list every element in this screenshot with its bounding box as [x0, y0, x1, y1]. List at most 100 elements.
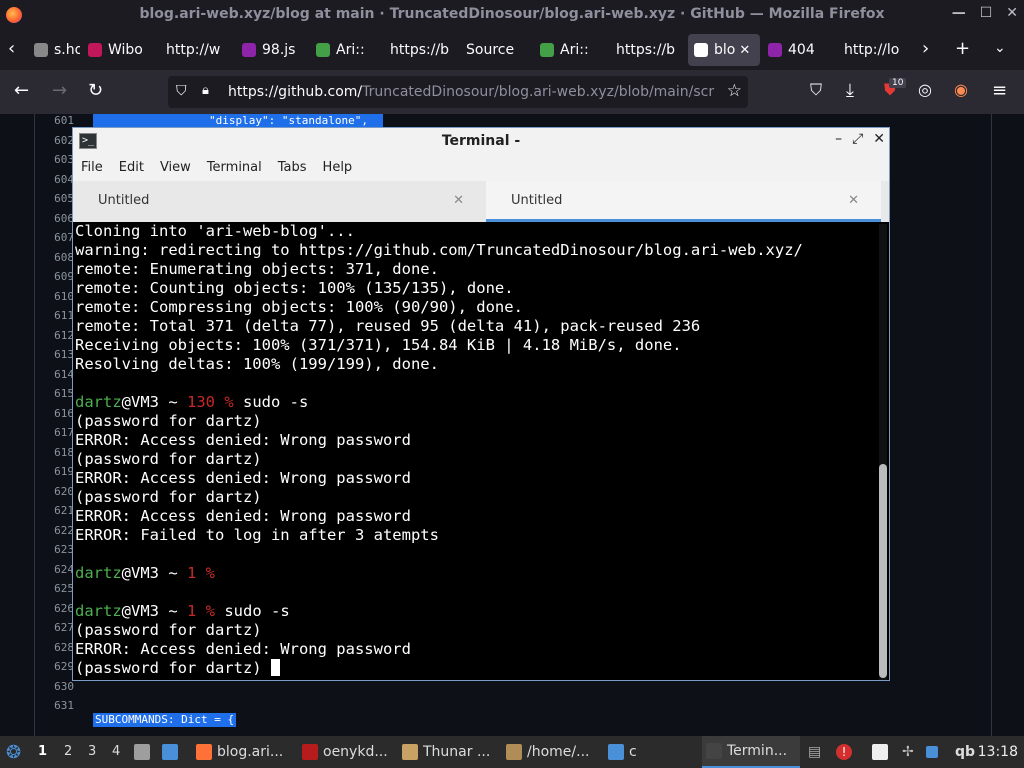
menu-tabs[interactable]: Tabs: [270, 155, 315, 181]
workspace-1[interactable]: 1: [38, 744, 47, 759]
maximize-icon[interactable]: ☐: [980, 5, 993, 21]
close-tab-icon[interactable]: ✕: [739, 43, 750, 58]
menu-file[interactable]: File: [73, 155, 111, 181]
workspace-2[interactable]: 2: [64, 744, 72, 759]
line-number[interactable]: 623: [40, 543, 74, 556]
app-menu-icon[interactable]: ❂: [6, 736, 21, 768]
line-number[interactable]: 614: [40, 368, 74, 381]
trash-icon[interactable]: ▤: [808, 736, 821, 768]
browser-tab[interactable]: 98.js: [236, 34, 310, 66]
qbittorrent-tray[interactable]: qb: [955, 736, 975, 768]
lock-icon[interactable]: 🔒︎: [202, 83, 209, 98]
line-number[interactable]: 611: [40, 309, 74, 322]
tab-scroll-left-icon[interactable]: ‹: [8, 38, 15, 59]
line-number[interactable]: 618: [40, 446, 74, 459]
bookmark-star-icon[interactable]: ☆: [727, 81, 742, 101]
line-number[interactable]: 619: [40, 465, 74, 478]
menu-terminal[interactable]: Terminal: [199, 155, 270, 181]
browser-tab[interactable]: https://b: [384, 34, 460, 66]
forward-icon[interactable]: →: [52, 80, 67, 101]
line-number[interactable]: 606: [40, 212, 74, 225]
line-number[interactable]: 628: [40, 641, 74, 654]
extension-icon[interactable]: ◎: [918, 80, 932, 99]
workspace-3[interactable]: 3: [88, 744, 96, 759]
line-number[interactable]: 629: [40, 660, 74, 673]
line-number[interactable]: 605: [40, 192, 74, 205]
browser-tab[interactable]: 404: [762, 34, 838, 66]
line-number[interactable]: 612: [40, 329, 74, 342]
launcher-files-icon[interactable]: [134, 736, 155, 768]
close-icon[interactable]: ✕: [1006, 5, 1018, 21]
browser-tab[interactable]: http://w: [160, 34, 236, 66]
line-number[interactable]: 624: [40, 563, 74, 576]
terminal-titlebar[interactable]: >_ Terminal - – ⤢ ✕: [73, 128, 889, 155]
line-number[interactable]: 607: [40, 231, 74, 244]
close-tab-icon[interactable]: ✕: [453, 193, 464, 208]
close-tab-icon[interactable]: ✕: [848, 193, 859, 208]
line-number[interactable]: 610: [40, 290, 74, 303]
menu-edit[interactable]: Edit: [111, 155, 152, 181]
extension-fox-icon[interactable]: ◉: [954, 80, 968, 99]
line-number[interactable]: 603: [40, 153, 74, 166]
line-number[interactable]: 617: [40, 426, 74, 439]
minimize-icon[interactable]: —: [952, 5, 966, 21]
minimize-icon[interactable]: –: [835, 131, 842, 147]
terminal-output[interactable]: Cloning into 'ari-web-blog'... warning: r…: [73, 222, 877, 680]
terminal-tab-2[interactable]: Untitled ✕: [486, 181, 881, 222]
scrollbar-thumb[interactable]: [879, 464, 887, 678]
line-number[interactable]: 625: [40, 582, 74, 595]
line-number[interactable]: 630: [40, 680, 74, 693]
clipboard-icon[interactable]: [872, 736, 893, 768]
browser-tab[interactable]: blo ✕: [688, 34, 760, 66]
taskbar-item[interactable]: Thunar ...: [398, 736, 498, 768]
line-number[interactable]: 604: [40, 173, 74, 186]
taskbar-item[interactable]: blog.ari...: [192, 736, 296, 768]
line-number[interactable]: 608: [40, 251, 74, 264]
downloads-icon[interactable]: ⤓: [846, 80, 854, 101]
network-icon[interactable]: ✢: [902, 736, 914, 768]
browser-tab[interactable]: https://b: [610, 34, 686, 66]
menu-view[interactable]: View: [152, 155, 199, 181]
reload-icon[interactable]: ↻: [88, 80, 103, 101]
launcher-desktop-icon[interactable]: [162, 736, 183, 768]
terminal-tab-1[interactable]: Untitled ✕: [73, 181, 486, 222]
close-icon[interactable]: ✕: [873, 131, 885, 147]
line-number[interactable]: 620: [40, 485, 74, 498]
line-number[interactable]: 622: [40, 524, 74, 537]
tracking-protection-icon[interactable]: ⛉: [176, 83, 187, 99]
workspace-4[interactable]: 4: [112, 744, 120, 759]
line-number[interactable]: 631: [40, 699, 74, 712]
menu-help[interactable]: Help: [315, 155, 361, 181]
taskbar-item[interactable]: Termin...: [702, 736, 800, 768]
browser-tab[interactable]: Ari::: [534, 34, 610, 66]
list-tabs-icon[interactable]: ⌄: [994, 40, 1006, 56]
pocket-icon[interactable]: ⛉: [810, 80, 822, 100]
bluetooth-icon[interactable]: [926, 736, 943, 768]
line-number[interactable]: 615: [40, 387, 74, 400]
taskbar-item[interactable]: c: [604, 736, 642, 768]
taskbar-item[interactable]: oenykd...: [298, 736, 398, 768]
browser-tab[interactable]: Ari::: [310, 34, 384, 66]
line-number[interactable]: 609: [40, 270, 74, 283]
app-menu-icon[interactable]: ≡: [992, 80, 1007, 101]
new-tab-icon[interactable]: +: [955, 38, 970, 59]
url-bar[interactable]: ⛉ 🔒︎ https://github.com/TruncatedDinosou…: [168, 76, 748, 108]
line-number[interactable]: 613: [40, 348, 74, 361]
line-number[interactable]: 621: [40, 504, 74, 517]
taskbar-item[interactable]: /home/...: [502, 736, 600, 768]
browser-tab[interactable]: http://lo: [838, 34, 914, 66]
url-text[interactable]: https://github.com/TruncatedDinosour/blo…: [228, 84, 718, 100]
line-number[interactable]: 627: [40, 621, 74, 634]
line-number[interactable]: 601: [40, 114, 74, 127]
browser-tab[interactable]: Wibo: [82, 34, 160, 66]
back-icon[interactable]: ←: [14, 80, 29, 101]
browser-tab[interactable]: s.hol: [28, 34, 80, 66]
line-number[interactable]: 626: [40, 602, 74, 615]
browser-tab[interactable]: Source: [460, 34, 534, 66]
maximize-icon[interactable]: ⤢: [852, 131, 863, 147]
terminal-scrollbar[interactable]: [879, 224, 887, 680]
line-number[interactable]: 616: [40, 407, 74, 420]
line-number[interactable]: 602: [40, 134, 74, 147]
alert-icon[interactable]: !: [836, 736, 857, 768]
tab-scroll-right-icon[interactable]: ›: [922, 38, 929, 59]
